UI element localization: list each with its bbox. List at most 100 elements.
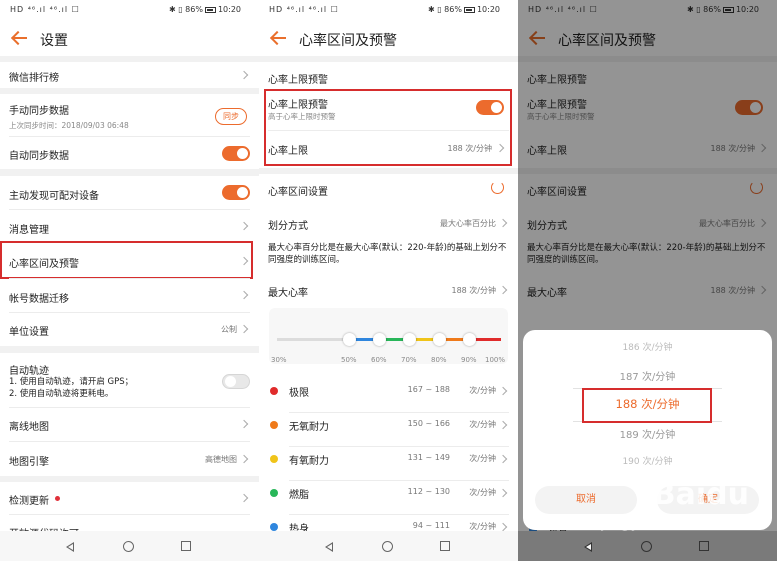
zone-color-dot xyxy=(270,489,278,497)
auto-sync-toggle[interactable] xyxy=(222,146,250,161)
zone-name: 极限 xyxy=(289,388,309,399)
chevron-right-icon xyxy=(498,285,508,295)
picker-option[interactable]: 186 次/分钟 xyxy=(523,340,772,353)
chevron-right-icon xyxy=(498,420,508,430)
picker-option[interactable]: 189 次/分钟 xyxy=(523,426,772,441)
list-item-check-update[interactable]: 检测更新 xyxy=(0,482,259,514)
chevron-right-icon xyxy=(498,386,508,396)
item-label: 检测更新 xyxy=(9,496,49,507)
clock: 10:20 xyxy=(476,5,500,14)
units-value: 公制 xyxy=(221,325,237,334)
section-title: 心率区间设置 xyxy=(268,187,328,198)
zone-name: 有氧耐力 xyxy=(289,456,329,467)
nav-recent-icon[interactable] xyxy=(181,541,191,551)
slider-knob[interactable] xyxy=(403,333,416,346)
title-bar: 设置 xyxy=(0,20,259,56)
slider-knob[interactable] xyxy=(433,333,446,346)
nav-back-icon[interactable] xyxy=(584,542,592,552)
nav-home-icon[interactable] xyxy=(382,541,393,552)
tick-label: 60% xyxy=(371,356,387,364)
nav-recent-icon[interactable] xyxy=(699,541,709,551)
zone-row[interactable]: 极限 167 ~ 188 次/分钟 xyxy=(259,378,518,412)
item-label: 划分方式 xyxy=(268,221,308,232)
item-label: 离线地图 xyxy=(9,422,49,433)
hr-zones-panel: HD ⁴⁶.ıl ⁴⁶.ıl ☐ ✱ ▯ 86% 10:20 心率区间及预警 心率… xyxy=(259,0,518,561)
clock: 10:20 xyxy=(217,5,241,14)
division-value: 最大心率百分比 xyxy=(440,219,496,228)
chevron-right-icon xyxy=(498,522,508,532)
zone-unit: 次/分钟 xyxy=(469,454,496,463)
nav-back-icon[interactable] xyxy=(325,542,333,552)
item-label: 最大心率 xyxy=(268,288,308,299)
nav-recent-icon[interactable] xyxy=(440,541,450,551)
back-arrow-icon[interactable] xyxy=(10,28,30,48)
auto-track-note: 1. 使用自动轨迹，请开启 GPS； xyxy=(9,377,134,387)
chevron-right-icon xyxy=(498,488,508,498)
system-nav-bar xyxy=(518,531,777,561)
picker-option[interactable]: 190 次/分钟 xyxy=(523,454,772,467)
list-item-messages[interactable]: 消息管理 xyxy=(0,210,259,242)
list-item-units[interactable]: 单位设置 公制 xyxy=(0,313,259,346)
discover-devices-toggle[interactable] xyxy=(222,185,250,200)
tick-label: 100% xyxy=(485,356,506,364)
item-label: 单位设置 xyxy=(9,327,49,338)
battery-percent: 86% xyxy=(444,5,462,14)
list-item-wechat-rank[interactable]: 微信排行榜 xyxy=(0,62,259,88)
watermark-url: jingyan.baidu.com xyxy=(601,512,749,531)
zone-row[interactable]: 有氧耐力 131 ~ 149 次/分钟 xyxy=(259,446,518,480)
status-bar: HD ⁴⁶.ıl ⁴⁶.ıl ☐ ✱ ▯ 86% 10:20 xyxy=(0,0,259,20)
zone-range: 131 ~ 149 xyxy=(407,453,450,462)
chevron-right-icon xyxy=(239,454,249,464)
list-item-auto-track: 自动轨迹 1. 使用自动轨迹，请开启 GPS； 2. 使用自动轨迹将更耗电。 xyxy=(0,353,259,407)
nav-home-icon[interactable] xyxy=(641,541,652,552)
zone-name: 燃脂 xyxy=(289,490,309,501)
zone-slider[interactable]: 30% 50% 60% 70% 80% 90% 100% xyxy=(269,308,508,364)
zone-range: 112 ~ 130 xyxy=(407,487,450,496)
chevron-right-icon xyxy=(239,290,249,300)
zone-segment-extreme xyxy=(473,338,501,341)
reset-icon[interactable] xyxy=(491,181,504,194)
sync-button[interactable]: 同步 xyxy=(215,108,247,125)
page-title: 设置 xyxy=(40,33,68,49)
bluetooth-icon: ✱ ▯ xyxy=(427,5,442,14)
slider-knob[interactable] xyxy=(373,333,386,346)
division-description: 最大心率百分比是在最大心率(默认：220-年龄)的基础上划分不同强度的训练区间。 xyxy=(268,243,507,265)
zone-row[interactable]: 无氧耐力 150 ~ 166 次/分钟 xyxy=(259,412,518,446)
zone-range: 94 ~ 111 xyxy=(412,521,450,530)
zone-color-dot xyxy=(270,387,278,395)
chevron-right-icon xyxy=(239,493,249,503)
list-item-discover-devices: 主动发现可配对设备 xyxy=(0,176,259,209)
nav-home-icon[interactable] xyxy=(123,541,134,552)
signal-indicators: HD ⁴⁶.ıl ⁴⁶.ıl ☐ xyxy=(10,5,80,14)
nav-back-icon[interactable] xyxy=(66,542,74,552)
list-item-auto-sync: 自动同步数据 xyxy=(0,137,259,169)
bluetooth-icon: ✱ ▯ xyxy=(168,5,183,14)
chevron-right-icon xyxy=(498,454,508,464)
battery-percent: 86% xyxy=(185,5,203,14)
chevron-right-icon xyxy=(239,324,249,334)
list-item-map-engine[interactable]: 地图引擎 高德地图 xyxy=(0,442,259,476)
list-item-offline-map[interactable]: 离线地图 xyxy=(0,408,259,441)
picker-option[interactable]: 187 次/分钟 xyxy=(523,368,772,383)
section-gap xyxy=(0,169,259,176)
chevron-right-icon xyxy=(239,70,249,80)
slider-knob[interactable] xyxy=(343,333,356,346)
zone-row[interactable]: 燃脂 112 ~ 130 次/分钟 xyxy=(259,480,518,514)
title-bar: 心率区间及预警 xyxy=(259,20,518,56)
max-hr-row[interactable]: 最大心率 188 次/分钟 xyxy=(259,276,518,306)
item-label: 手动同步数据 xyxy=(9,106,69,117)
item-label: 主动发现可配对设备 xyxy=(9,191,99,202)
division-method-row[interactable]: 划分方式 最大心率百分比 xyxy=(259,206,518,238)
auto-track-toggle[interactable] xyxy=(222,374,250,389)
tick-label: 50% xyxy=(341,356,357,364)
item-label: 微信排行榜 xyxy=(9,73,59,84)
item-label: 自动同步数据 xyxy=(9,151,69,162)
back-arrow-icon[interactable] xyxy=(269,28,289,48)
tick-label: 70% xyxy=(401,356,417,364)
system-nav-bar xyxy=(0,531,259,561)
battery-icon xyxy=(463,6,475,13)
update-badge-dot xyxy=(55,496,60,501)
highlight-box xyxy=(0,241,253,279)
slider-knob[interactable] xyxy=(463,333,476,346)
list-item-account-migrate[interactable]: 帐号数据迁移 xyxy=(0,279,259,312)
